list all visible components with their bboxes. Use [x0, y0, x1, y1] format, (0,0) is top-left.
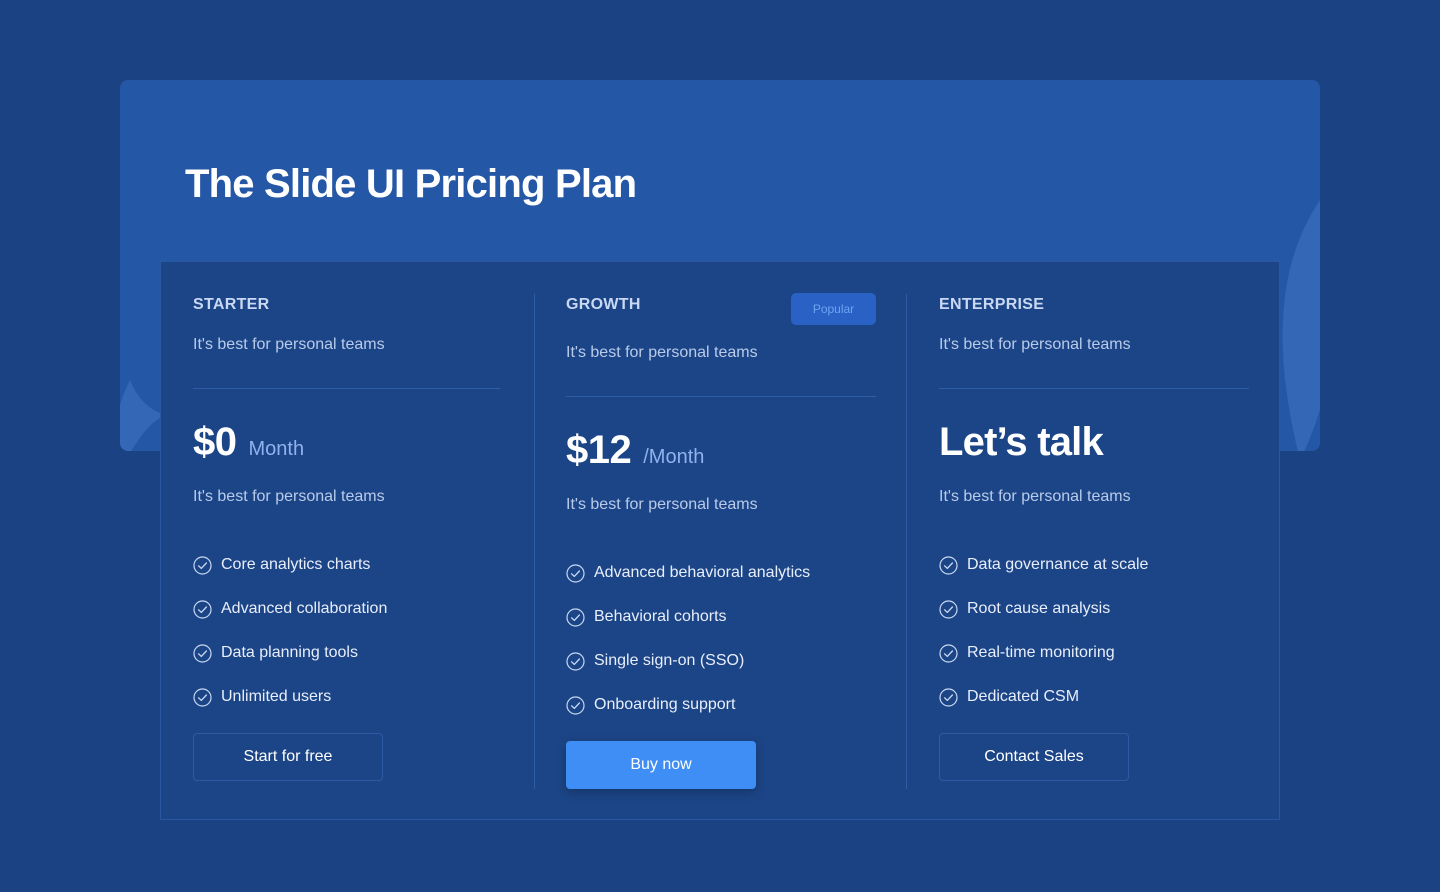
plan-name: ENTERPRISE	[939, 296, 1045, 313]
feature-label: Data governance at scale	[967, 556, 1149, 573]
divider	[939, 388, 1249, 389]
check-circle-icon	[193, 599, 212, 619]
plan-card-growth: GROWTH Popular It's best for personal te…	[566, 262, 876, 819]
feature-item: Unlimited users	[193, 675, 387, 719]
popular-badge: Popular	[791, 293, 876, 325]
price-description: It's best for personal teams	[566, 496, 758, 513]
feature-list: Data governance at scale Root cause anal…	[939, 543, 1148, 719]
check-circle-icon	[939, 555, 958, 575]
plan-name: STARTER	[193, 296, 270, 313]
page-title: The Slide UI Pricing Plan	[185, 162, 637, 206]
feature-list: Advanced behavioral analytics Behavioral…	[566, 551, 810, 727]
price-description: It's best for personal teams	[193, 488, 385, 505]
feature-label: Data planning tools	[221, 644, 358, 661]
plan-card-starter: STARTER It's best for personal teams $0 …	[193, 262, 500, 819]
feature-item: Single sign-on (SSO)	[566, 639, 810, 683]
feature-item: Onboarding support	[566, 683, 810, 727]
feature-label: Advanced behavioral analytics	[594, 564, 811, 581]
feature-item: Root cause analysis	[939, 587, 1148, 631]
check-circle-icon	[566, 563, 585, 583]
feature-item: Real-time monitoring	[939, 631, 1148, 675]
check-circle-icon	[566, 651, 585, 671]
start-for-free-button[interactable]: Start for free	[193, 733, 383, 781]
buy-now-button[interactable]: Buy now	[566, 741, 756, 789]
price-period: /Month	[643, 446, 705, 468]
feature-label: Single sign-on (SSO)	[594, 652, 745, 669]
feature-item: Dedicated CSM	[939, 675, 1148, 719]
price-period: Month	[248, 438, 305, 460]
price: $0	[193, 420, 237, 464]
price: Let’s talk	[939, 420, 1104, 464]
check-circle-icon	[939, 687, 958, 707]
feature-label: Onboarding support	[594, 696, 736, 713]
price-row: $0 Month	[193, 420, 304, 465]
feature-item: Behavioral cohorts	[566, 595, 810, 639]
check-circle-icon	[193, 687, 212, 707]
divider	[566, 396, 876, 397]
check-circle-icon	[193, 555, 212, 575]
check-circle-icon	[939, 643, 958, 663]
plan-description: It's best for personal teams	[939, 336, 1131, 353]
feature-item: Data planning tools	[193, 631, 387, 675]
feature-label: Root cause analysis	[967, 600, 1111, 617]
feature-label: Advanced collaboration	[221, 600, 388, 617]
plan-card-enterprise: ENTERPRISE It's best for personal teams …	[939, 262, 1249, 819]
feature-item: Core analytics charts	[193, 543, 387, 587]
column-divider	[906, 294, 907, 789]
check-circle-icon	[566, 695, 585, 715]
feature-label: Unlimited users	[221, 688, 332, 705]
divider	[193, 388, 500, 389]
feature-item: Advanced collaboration	[193, 587, 387, 631]
feature-label: Core analytics charts	[221, 556, 371, 573]
price: $12	[566, 428, 632, 472]
check-circle-icon	[939, 599, 958, 619]
check-circle-icon	[566, 607, 585, 627]
plan-name: GROWTH	[566, 296, 641, 313]
plan-description: It's best for personal teams	[566, 344, 758, 361]
feature-list: Core analytics charts Advanced collabora…	[193, 543, 387, 719]
feature-label: Behavioral cohorts	[594, 608, 727, 625]
feature-item: Advanced behavioral analytics	[566, 551, 810, 595]
plan-description: It's best for personal teams	[193, 336, 385, 353]
column-divider	[534, 294, 535, 789]
feature-label: Dedicated CSM	[967, 688, 1080, 705]
pricing-panel: STARTER It's best for personal teams $0 …	[160, 261, 1280, 820]
check-circle-icon	[193, 643, 212, 663]
price-row: $12 /Month	[566, 428, 704, 473]
price-description: It's best for personal teams	[939, 488, 1131, 505]
contact-sales-button[interactable]: Contact Sales	[939, 733, 1129, 781]
feature-label: Real-time monitoring	[967, 644, 1115, 661]
feature-item: Data governance at scale	[939, 543, 1148, 587]
